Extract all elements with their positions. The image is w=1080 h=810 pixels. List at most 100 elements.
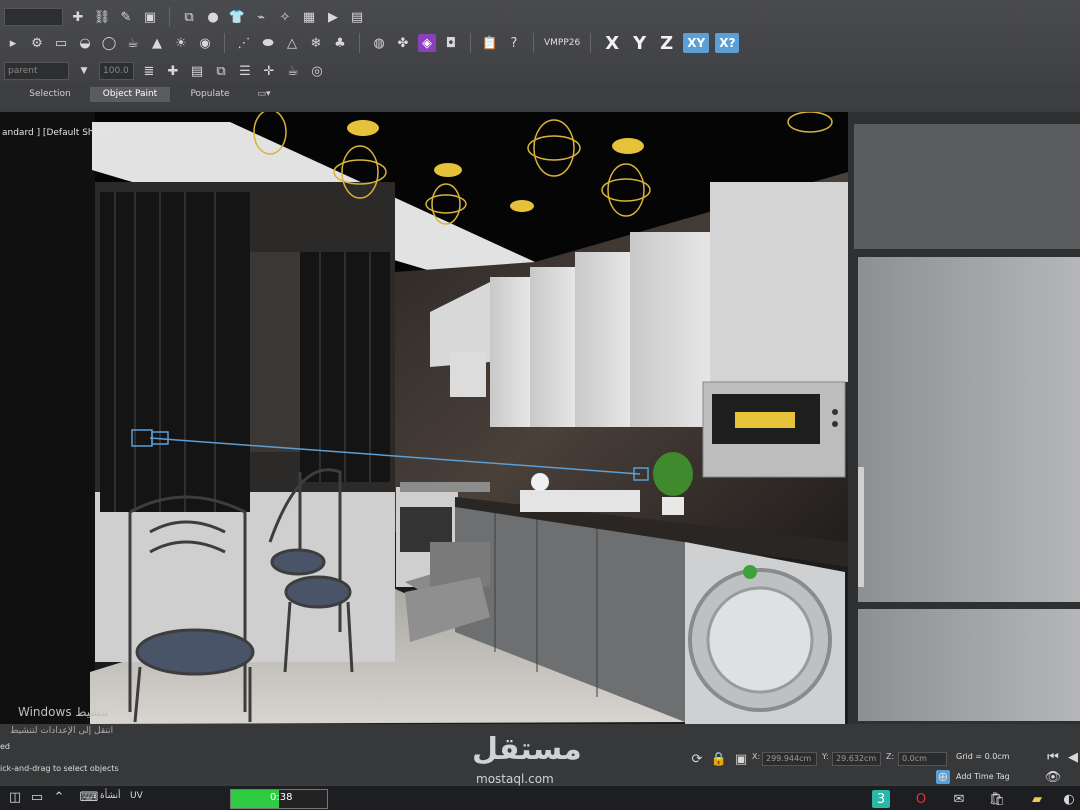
windows-activate-subtitle: انتقل إلى الإعدادات لتنشيط <box>10 726 114 736</box>
status-prompt: ick-and-drag to select objects <box>0 764 119 773</box>
render-setup-icon[interactable]: ▤ <box>348 8 366 26</box>
windows-activate-title: Windows تنشيط <box>18 705 109 719</box>
fridge-handle <box>858 467 864 587</box>
kitchen-scene <box>0 112 848 724</box>
separator <box>224 33 225 53</box>
axis-x-button[interactable]: X <box>601 33 623 54</box>
y-coordinate-field[interactable]: 29.632cm <box>832 752 881 766</box>
language-label[interactable]: UV <box>130 791 143 801</box>
dot-icon[interactable]: ● <box>204 8 222 26</box>
opera-icon[interactable]: O <box>912 790 930 808</box>
stack-icon[interactable]: ≣ <box>140 62 158 80</box>
mostaql-logo: مستقل <box>472 732 582 767</box>
transform-icon[interactable]: ⟳ <box>688 750 706 768</box>
arrow-icon[interactable]: ▸ <box>4 34 22 52</box>
sun-icon[interactable]: ☀ <box>172 34 190 52</box>
separator <box>169 7 170 27</box>
toolbar-row-1: ✚ ⛓ ✎ ▣ ⧉ ● 👕 ⌁ ✧ ▦ ▶ ▤ <box>0 4 366 30</box>
dropdown-arrow-icon[interactable]: ▼ <box>75 62 93 80</box>
help-icon[interactable]: ? <box>505 34 523 52</box>
plane-icon[interactable]: ▭ <box>52 34 70 52</box>
toolbar-row-2: ▸ ⚙ ▭ ◒ ◯ ☕ ▲ ☀ ◉ ⋰ ⬬ △ ❄ ♣ ◍ ✤ ◈ ◘ 📋 ? … <box>0 30 740 56</box>
layers-stack-icon[interactable]: ☰ <box>236 62 254 80</box>
file-icon[interactable]: ▭ <box>28 788 46 806</box>
absolute-mode-icon[interactable]: ▣ <box>732 750 750 768</box>
render-play-icon[interactable]: ▶ <box>324 8 342 26</box>
add-object-icon[interactable]: ✛ <box>260 62 278 80</box>
material-icon[interactable]: ◈ <box>418 34 436 52</box>
viewport-perspective[interactable] <box>0 112 848 724</box>
dome-icon[interactable]: ◒ <box>76 34 94 52</box>
light-icon[interactable]: △ <box>283 34 301 52</box>
x-label: X: <box>752 752 761 761</box>
teapot2-icon[interactable]: ☕ <box>284 62 302 80</box>
prev-frame-icon[interactable]: ⏮ <box>1044 748 1062 766</box>
grid-size: Grid = 0.0cm <box>956 752 1010 761</box>
axis-xy-button[interactable]: XY <box>683 33 710 53</box>
caret-up-icon[interactable]: ⌃ <box>50 788 68 806</box>
tab-selection[interactable]: Selection <box>22 87 78 102</box>
3dsmax-app-icon[interactable]: 3 <box>872 790 890 808</box>
fridge-bottom-door <box>858 609 1080 721</box>
x-coordinate-field[interactable]: 299.944cm <box>762 752 817 766</box>
y-label: Y: <box>822 752 829 761</box>
tab-object-paint[interactable]: Object Paint <box>90 87 170 102</box>
eye-icon[interactable]: 👁 <box>1044 768 1062 786</box>
render-frame-icon[interactable]: ▦ <box>300 8 318 26</box>
plant-icon[interactable]: ♣ <box>331 34 349 52</box>
grid-brush-icon[interactable]: ⋰ <box>235 34 253 52</box>
disc-icon[interactable]: ◉ <box>196 34 214 52</box>
microwave <box>702 381 846 478</box>
add-icon[interactable]: ✚ <box>69 8 87 26</box>
scene-icon[interactable]: ◘ <box>442 34 460 52</box>
layer-dropdown[interactable] <box>4 8 63 26</box>
left-wall <box>0 112 95 724</box>
box-icon[interactable]: ▣ <box>141 8 159 26</box>
lock-icon[interactable]: 🔒 <box>710 750 728 768</box>
fridge-middle-door <box>858 257 1080 602</box>
edge-icon[interactable]: ◐ <box>1060 790 1078 808</box>
link-icon[interactable]: ⛓ <box>93 8 111 26</box>
kettle <box>531 473 549 491</box>
cone-icon[interactable]: ▲ <box>148 34 166 52</box>
copy-icon[interactable]: ⧉ <box>212 62 230 80</box>
teapot-icon[interactable]: ☕ <box>124 34 142 52</box>
torus-icon[interactable]: ◎ <box>308 62 326 80</box>
globe-icon[interactable]: ◍ <box>370 34 388 52</box>
add-layer-icon[interactable]: ✚ <box>164 62 182 80</box>
fridge-area <box>848 112 1080 724</box>
clipboard-icon[interactable]: 📋 <box>481 34 499 52</box>
z-coordinate-field[interactable]: 0.0cm <box>898 752 947 766</box>
time-tag-icon[interactable]: ⊕ <box>936 770 950 785</box>
edit-icon[interactable]: ✎ <box>117 8 135 26</box>
capsule-icon[interactable]: ⬬ <box>259 34 277 52</box>
tab-populate[interactable]: Populate <box>182 87 238 102</box>
snow-icon[interactable]: ❄ <box>307 34 325 52</box>
sparkle-icon[interactable]: ✧ <box>276 8 294 26</box>
mail-icon[interactable]: ✉ <box>950 790 968 808</box>
vmpp-label[interactable]: VMPP26 <box>544 38 580 48</box>
folder-icon[interactable]: ▰ <box>1028 790 1046 808</box>
palette-icon[interactable]: ✤ <box>394 34 412 52</box>
play-icon[interactable]: ◀ <box>1064 748 1080 766</box>
keyboard-icon[interactable]: ⌨ <box>80 788 99 806</box>
tube-icon[interactable]: ⌁ <box>252 8 270 26</box>
doc-icon[interactable]: ▤ <box>188 62 206 80</box>
language-label-ar[interactable]: أنشأة <box>100 791 121 801</box>
gear-icon[interactable]: ⚙ <box>28 34 46 52</box>
shirt-icon[interactable]: 👕 <box>228 8 246 26</box>
store-icon[interactable]: 🛍 <box>988 790 1006 808</box>
layer-field[interactable]: parent <box>4 62 69 80</box>
render-timer: 0:38 <box>270 792 293 803</box>
separator <box>533 33 534 53</box>
add-time-tag[interactable]: Add Time Tag <box>956 772 1010 781</box>
viewport-label[interactable]: andard ] [Default Shadin <box>2 128 113 138</box>
sphere-icon[interactable]: ◯ <box>100 34 118 52</box>
axis-xy-toggle-button[interactable]: X? <box>715 33 740 53</box>
axis-z-button[interactable]: Z <box>656 33 677 54</box>
tab-more-dropdown[interactable]: ▭▾ <box>252 87 276 102</box>
spin-field[interactable]: 100.0 <box>99 62 134 80</box>
axis-y-button[interactable]: Y <box>629 33 650 54</box>
layers-icon[interactable]: ⧉ <box>180 8 198 26</box>
chat-icon[interactable]: ◫ <box>6 788 24 806</box>
